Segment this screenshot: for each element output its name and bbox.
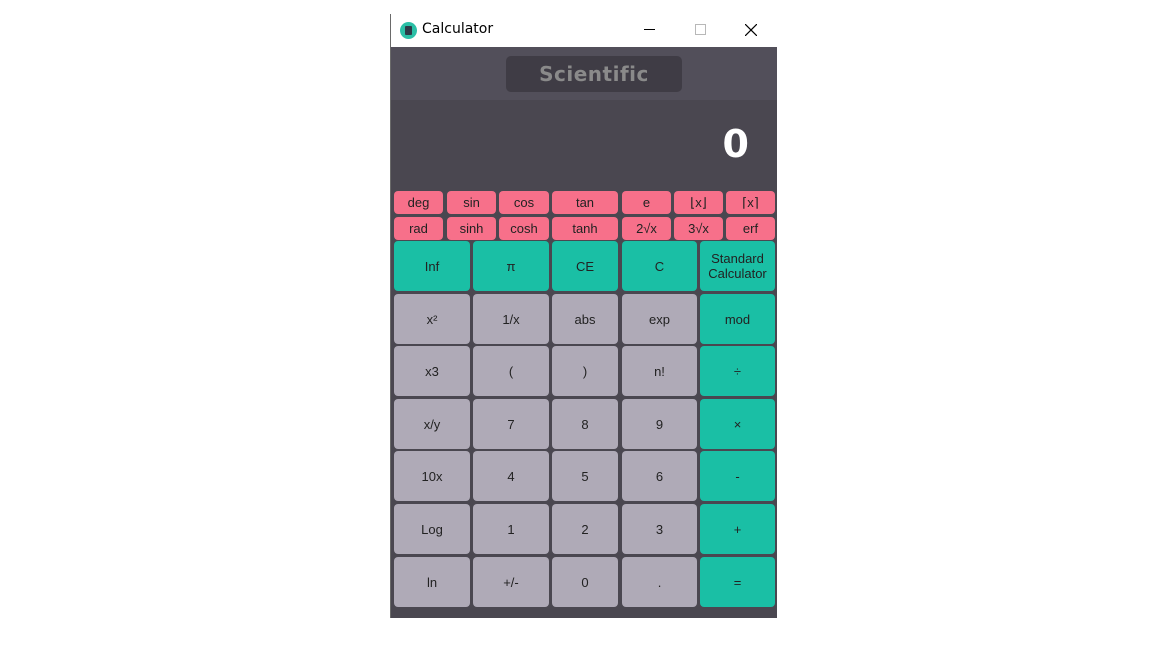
sci-key-0-3[interactable]: tan [552,191,618,214]
key-4-1[interactable]: 4 [473,451,549,501]
display-value: 0 [722,122,749,166]
key-4-0[interactable]: 10x [394,451,470,501]
key-2-0[interactable]: x3 [394,346,470,396]
sci-key-0-0[interactable]: deg [394,191,443,214]
key-5-0[interactable]: Log [394,504,470,554]
sci-key-1-1[interactable]: sinh [447,217,496,240]
sci-key-0-4[interactable]: e [622,191,671,214]
title-bar: Calculator [391,14,777,47]
sci-key-0-6[interactable]: ⌈x⌉ [726,191,775,214]
key-0-0[interactable]: Inf [394,241,470,291]
mode-label: Scientific [506,56,682,92]
sci-key-1-0[interactable]: rad [394,217,443,240]
key-2-3[interactable]: n! [622,346,697,396]
key-1-1[interactable]: 1/x [473,294,549,344]
key-6-0[interactable]: ln [394,557,470,607]
key-4-3[interactable]: 6 [622,451,697,501]
key-6-2[interactable]: 0 [552,557,618,607]
key-3-4[interactable]: × [700,399,775,449]
mode-bar: Scientific [391,47,777,100]
key-3-1[interactable]: 7 [473,399,549,449]
key-1-3[interactable]: exp [622,294,697,344]
close-icon [745,24,757,36]
sci-key-1-6[interactable]: erf [726,217,775,240]
key-0-3[interactable]: C [622,241,697,291]
calculator-window: Calculator Scientific 0 deg sin cos tan e ⌊x⌋… [390,14,777,618]
key-4-4[interactable]: - [700,451,775,501]
key-2-1[interactable]: ( [473,346,549,396]
key-5-3[interactable]: 3 [622,504,697,554]
key-2-2[interactable]: ) [552,346,618,396]
key-3-3[interactable]: 9 [622,399,697,449]
sci-key-0-1[interactable]: sin [447,191,496,214]
key-1-0[interactable]: x² [394,294,470,344]
key-3-0[interactable]: x/y [394,399,470,449]
key-6-4[interactable]: = [700,557,775,607]
sci-key-1-3[interactable]: tanh [552,217,618,240]
key-3-2[interactable]: 8 [552,399,618,449]
key-6-3[interactable]: . [622,557,697,607]
key-0-2[interactable]: CE [552,241,618,291]
minimize-button[interactable] [626,14,672,46]
key-4-2[interactable]: 5 [552,451,618,501]
sci-key-0-2[interactable]: cos [499,191,549,214]
sci-key-1-5[interactable]: 3√x [674,217,723,240]
key-1-4[interactable]: mod [700,294,775,344]
key-2-4[interactable]: ÷ [700,346,775,396]
key-5-4[interactable]: + [700,504,775,554]
key-0-4[interactable]: Standard Calculator [700,241,775,291]
key-6-1[interactable]: +/- [473,557,549,607]
calculator-icon [400,22,417,39]
maximize-button[interactable] [677,14,723,46]
key-0-1[interactable]: π [473,241,549,291]
close-button[interactable] [728,14,774,46]
display-area: 0 [391,100,777,188]
key-5-1[interactable]: 1 [473,504,549,554]
window-title: Calculator [422,21,494,37]
key-5-2[interactable]: 2 [552,504,618,554]
key-1-2[interactable]: abs [552,294,618,344]
sci-key-1-4[interactable]: 2√x [622,217,671,240]
sci-key-0-5[interactable]: ⌊x⌋ [674,191,723,214]
sci-key-1-2[interactable]: cosh [499,217,549,240]
